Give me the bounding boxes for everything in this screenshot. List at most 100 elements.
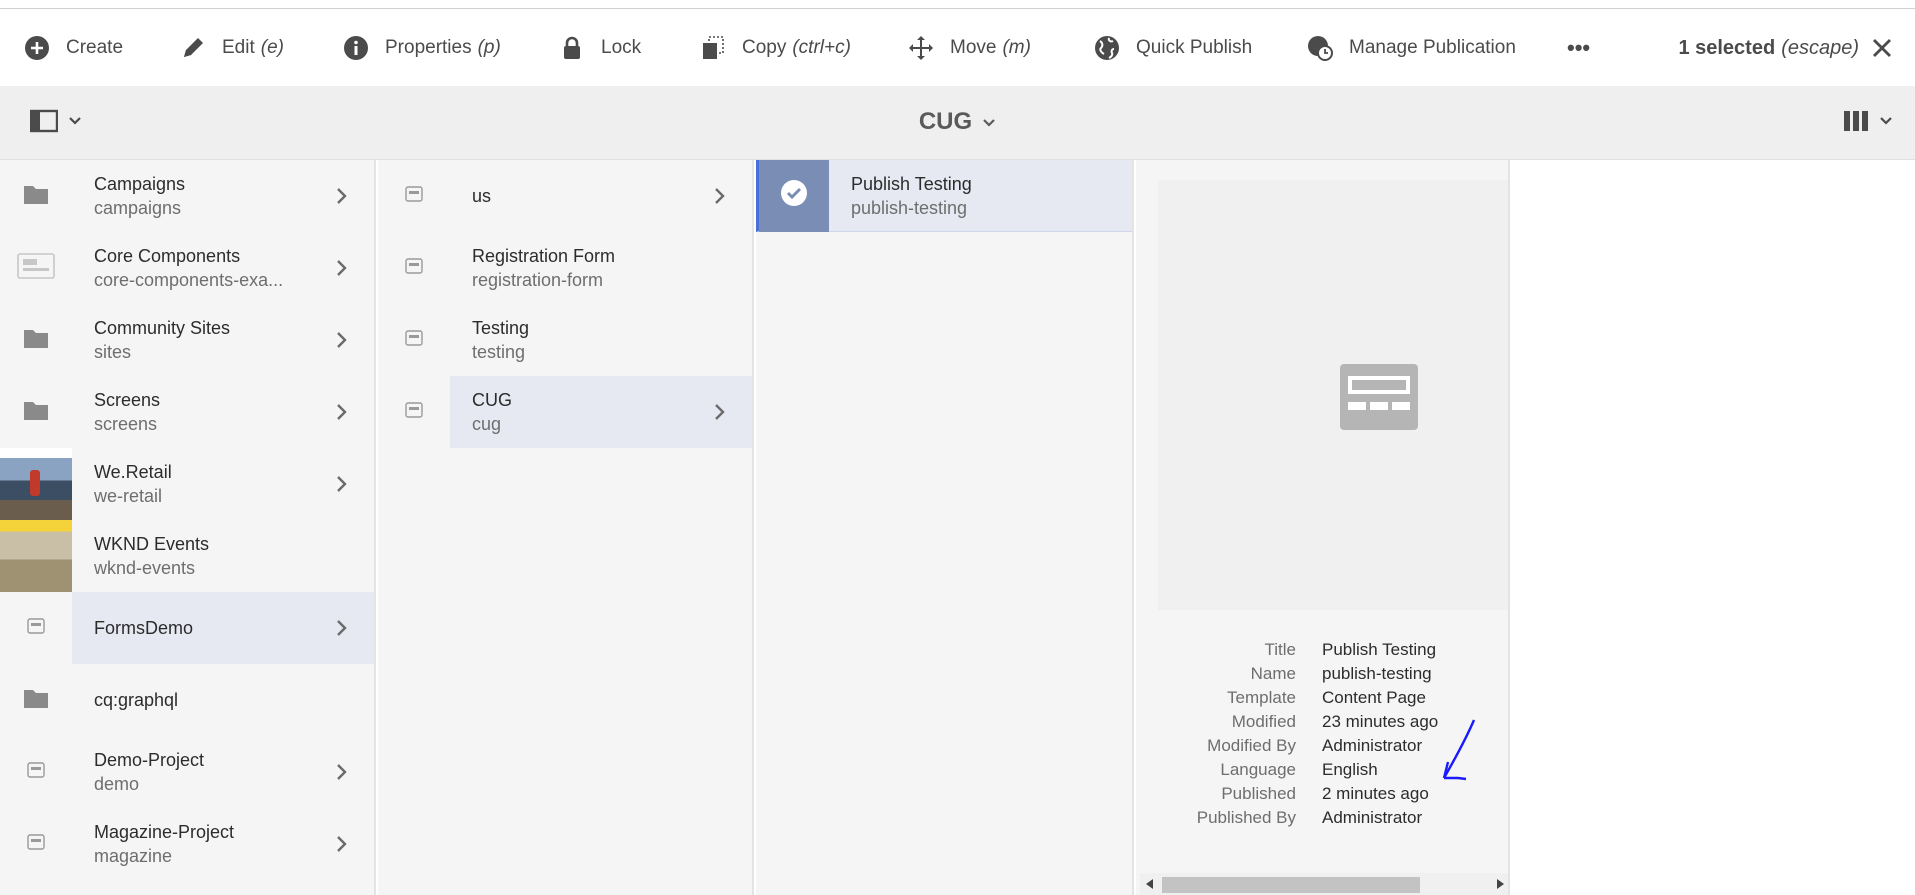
list-item[interactable]: WKND Events wknd-events <box>0 520 374 592</box>
chevron-right-icon[interactable] <box>332 618 352 638</box>
wknd-thumbnail <box>0 520 72 592</box>
edit-shortcut: (e) <box>260 37 284 58</box>
scroll-left-icon[interactable] <box>1146 879 1153 889</box>
item-text: FormsDemo <box>72 616 374 640</box>
list-item[interactable]: Community Sites sites <box>0 304 374 376</box>
list-item[interactable]: us <box>378 160 752 232</box>
item-text: Magazine-Project magazine <box>72 820 374 868</box>
item-title: WKND Events <box>94 534 210 554</box>
folder-icon <box>23 399 49 426</box>
chevron-right-icon[interactable] <box>710 402 730 422</box>
list-item[interactable]: We.Retail we-retail <box>0 448 374 520</box>
property-key: Modified <box>1231 712 1296 731</box>
chevron-right-icon[interactable] <box>332 258 352 278</box>
list-item[interactable]: CUG cug <box>378 376 752 448</box>
list-item[interactable]: Registration Form registration-form <box>378 232 752 304</box>
property-value: 2 minutes ago <box>1322 784 1429 803</box>
page-icon <box>27 833 45 855</box>
property-value: Content Page <box>1322 688 1426 707</box>
item-thumbnail[interactable] <box>0 736 72 808</box>
globe-icon <box>1095 36 1119 60</box>
item-thumbnail[interactable] <box>0 664 72 736</box>
chevron-right-icon[interactable] <box>332 474 352 494</box>
item-thumbnail[interactable] <box>378 304 450 376</box>
item-name: registration-form <box>472 270 604 290</box>
quick-publish-label: Quick Publish <box>1136 37 1253 58</box>
edit-button[interactable]: Edit (e) <box>180 9 284 87</box>
move-icon <box>909 36 933 60</box>
property-key: Template <box>1227 688 1296 707</box>
chevron-down-icon[interactable] <box>982 118 996 128</box>
list-item[interactable]: Publish Testing publish-testing <box>756 160 1132 232</box>
manage-publication-button[interactable]: Manage Publication <box>1307 9 1516 87</box>
chevron-right-icon[interactable] <box>710 186 730 206</box>
item-thumbnail[interactable] <box>0 232 72 304</box>
chevron-down-icon <box>1880 117 1892 125</box>
move-button[interactable]: Move (m) <box>908 9 1031 87</box>
list-item[interactable]: Core Components core-components-exa... <box>0 232 374 304</box>
breadcrumb-title[interactable]: CUG <box>919 108 972 135</box>
scroll-right-icon[interactable] <box>1497 879 1504 889</box>
item-text: us <box>450 184 752 208</box>
item-title: Registration Form <box>472 246 616 266</box>
item-name: testing <box>472 342 526 362</box>
empty-area <box>1512 160 1915 895</box>
list-item[interactable]: cq:graphql <box>0 664 374 736</box>
item-text: Core Components core-components-exa... <box>72 244 374 292</box>
chevron-right-icon[interactable] <box>332 762 352 782</box>
chevron-right-icon[interactable] <box>332 834 352 854</box>
item-text: Campaigns campaigns <box>72 172 374 220</box>
item-thumbnail[interactable] <box>378 376 450 448</box>
item-text: We.Retail we-retail <box>72 460 374 508</box>
horizontal-scrollbar[interactable] <box>1140 873 1508 895</box>
chevron-right-icon[interactable] <box>332 186 352 206</box>
action-bar: Create Edit (e) Properties (p) Lock Copy (c… <box>0 8 1915 86</box>
info-icon <box>344 36 368 60</box>
list-item[interactable]: Campaigns campaigns <box>0 160 374 232</box>
property-value: Administrator <box>1322 808 1423 827</box>
close-icon[interactable] <box>1869 35 1895 61</box>
copy-icon <box>703 36 724 59</box>
list-item[interactable]: Magazine-Project magazine <box>0 808 374 880</box>
breadcrumb: CUG <box>0 108 1915 136</box>
selection-label: 1 selected <box>1678 36 1776 59</box>
chevron-right-icon[interactable] <box>332 330 352 350</box>
move-shortcut: (m) <box>1002 37 1031 58</box>
item-thumbnail[interactable] <box>0 592 72 664</box>
property-row: Published By Administrator <box>1158 806 1508 830</box>
item-title: cq:graphql <box>94 690 179 710</box>
item-thumbnail[interactable] <box>378 160 450 232</box>
scrollbar-thumb[interactable] <box>1162 877 1420 893</box>
property-value: publish-testing <box>1322 664 1432 683</box>
more-actions-button[interactable]: ••• <box>1567 9 1590 87</box>
item-thumbnail[interactable] <box>0 520 72 592</box>
property-row: Name publish-testing <box>1158 662 1508 686</box>
list-item[interactable]: Demo-Project demo <box>0 736 374 808</box>
item-thumbnail[interactable] <box>0 808 72 880</box>
create-button[interactable]: Create <box>24 9 123 87</box>
item-title: Testing <box>472 318 530 338</box>
list-item[interactable]: Screens screens <box>0 376 374 448</box>
item-thumbnail[interactable] <box>0 376 72 448</box>
property-row: Title Publish Testing <box>1158 638 1508 662</box>
list-item[interactable]: FormsDemo <box>0 592 374 664</box>
column-formsdemo: us Registration Form registration-form Test… <box>378 160 754 895</box>
create-label: Create <box>66 37 124 58</box>
header-bar: CUG <box>0 86 1915 160</box>
view-switcher-button[interactable] <box>1843 109 1893 133</box>
item-thumbnail[interactable] <box>0 304 72 376</box>
chevron-right-icon[interactable] <box>332 402 352 422</box>
lock-button[interactable]: Lock <box>559 9 641 87</box>
item-thumbnail[interactable] <box>378 232 450 304</box>
property-key: Name <box>1250 664 1296 683</box>
quick-publish-button[interactable]: Quick Publish <box>1094 9 1252 87</box>
copy-button[interactable]: Copy (ctrl+c) <box>700 9 851 87</box>
item-thumbnail[interactable] <box>759 160 829 232</box>
item-thumbnail[interactable] <box>0 448 72 520</box>
column-view-icon <box>1844 111 1868 131</box>
edit-label: Edit <box>222 37 255 58</box>
properties-button[interactable]: Properties (p) <box>343 9 501 87</box>
item-thumbnail[interactable] <box>0 160 72 232</box>
list-item[interactable]: Testing testing <box>378 304 752 376</box>
lock-label: Lock <box>601 37 642 58</box>
